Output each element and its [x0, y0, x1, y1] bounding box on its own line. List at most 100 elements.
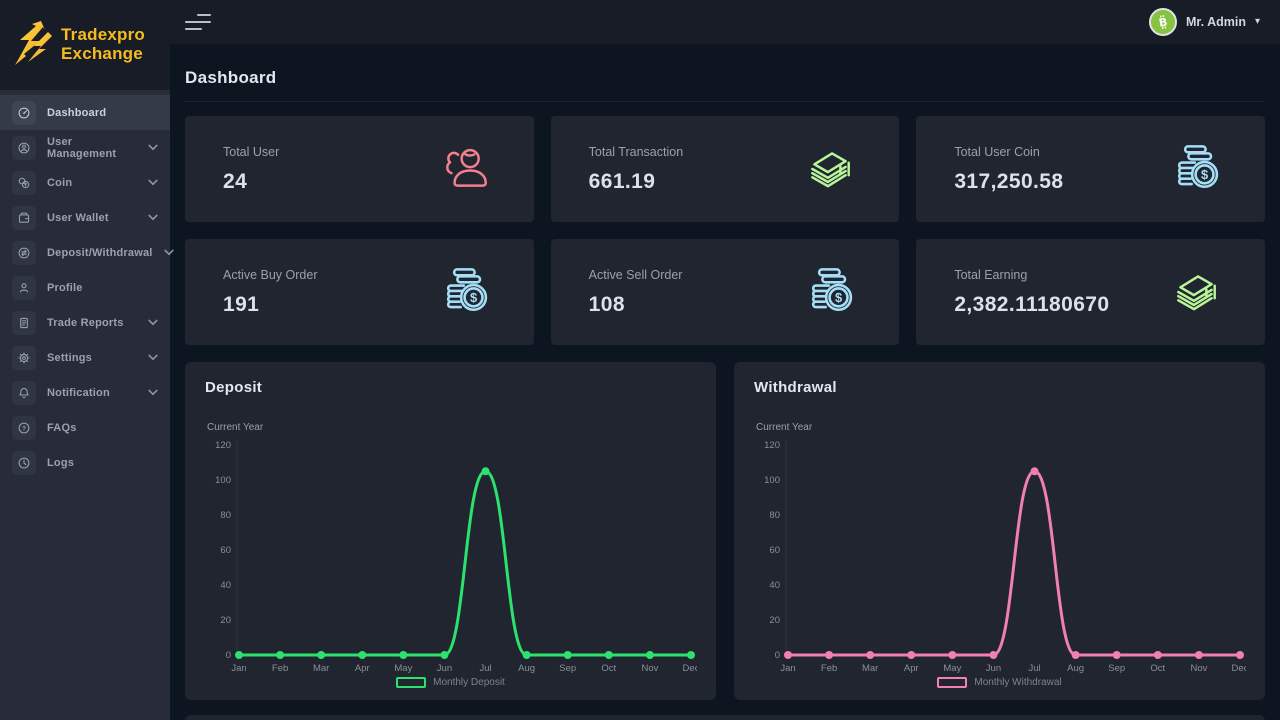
report-icon	[12, 311, 36, 335]
series-line	[239, 471, 691, 655]
bell-icon	[12, 381, 36, 405]
line-chart: 020406080100120JanFebMarAprMayJunJulAugS…	[205, 435, 697, 677]
stat-card-total-earning: Total Earning2,382.11180670	[916, 239, 1265, 345]
line-chart: 020406080100120JanFebMarAprMayJunJulAugS…	[754, 435, 1246, 677]
sidebar-item-deposit-withdrawal[interactable]: Deposit/Withdrawal	[0, 235, 170, 270]
svg-text:$: $	[835, 290, 842, 305]
stat-card-text: Total Earning2,382.11180670	[954, 268, 1109, 317]
chevron-down-icon	[148, 354, 158, 361]
stat-card-text: Total User Coin317,250.58	[954, 145, 1063, 194]
data-point	[276, 651, 284, 659]
chart-legend[interactable]: Monthly Deposit	[205, 677, 696, 688]
y-axis-tick: 80	[220, 510, 231, 521]
data-point	[1113, 651, 1121, 659]
x-axis-tick: Mar	[862, 663, 878, 674]
svg-text:B: B	[1158, 15, 1169, 29]
stat-card-label: Total Transaction	[589, 145, 684, 159]
sidebar-item-label: Notification	[47, 387, 137, 399]
legend-swatch	[937, 677, 967, 688]
coins-dollar-icon: $	[803, 264, 859, 320]
x-axis-tick: Apr	[355, 663, 370, 674]
sidebar-item-label: Deposit/Withdrawal	[47, 247, 153, 259]
chart-title: Withdrawal	[754, 379, 1245, 396]
x-axis-tick: Aug	[1067, 663, 1084, 674]
sidebar-item-profile[interactable]: Profile	[0, 270, 170, 305]
stat-card-active-sell-order: Active Sell Order108 $	[551, 239, 900, 345]
svg-text:?: ?	[22, 425, 26, 432]
stat-cards: Total User24Total Transaction661.19Total…	[185, 116, 1265, 345]
chart-panel-withdrawal: WithdrawalCurrent Year020406080100120Jan…	[734, 362, 1265, 700]
x-axis-tick: Sep	[1108, 663, 1125, 674]
data-point	[646, 651, 654, 659]
data-point	[1031, 467, 1039, 475]
sidebar-item-logs[interactable]: Logs	[0, 445, 170, 480]
data-point	[440, 651, 448, 659]
sidebar-item-dashboard[interactable]: Dashboard	[0, 95, 170, 130]
data-point	[564, 651, 572, 659]
stat-card-label: Total User	[223, 145, 279, 159]
x-axis-tick: Jul	[479, 663, 491, 674]
chart-legend[interactable]: Monthly Withdrawal	[754, 677, 1245, 688]
wallet-icon	[12, 206, 36, 230]
charts-row: DepositCurrent Year020406080100120JanFeb…	[185, 362, 1265, 700]
page-title: Dashboard	[185, 68, 1265, 88]
x-axis-tick: Sep	[559, 663, 576, 674]
sidebar-menu: Dashboard User Management Coin User Wallet D…	[0, 90, 170, 480]
data-point	[948, 651, 956, 659]
sidebar-item-label: Logs	[47, 457, 158, 469]
stat-card-total-user: Total User24	[185, 116, 534, 222]
stat-card-label: Active Sell Order	[589, 268, 683, 282]
x-axis-tick: Apr	[904, 663, 919, 674]
sidebar-item-label: User Wallet	[47, 212, 137, 224]
chart-subtitle: Current Year	[207, 422, 696, 433]
sidebar-item-user-wallet[interactable]: User Wallet	[0, 200, 170, 235]
y-axis-tick: 60	[220, 545, 231, 556]
help-icon: ?	[12, 416, 36, 440]
gauge-icon	[12, 101, 36, 125]
stat-card-text: Total User24	[223, 145, 279, 194]
chevron-down-icon	[148, 389, 158, 396]
x-axis-tick: Jan	[780, 663, 795, 674]
stat-card-total-user-coin: Total User Coin317,250.58 $	[916, 116, 1265, 222]
transfer-icon	[12, 241, 36, 265]
y-axis-tick: 60	[769, 545, 780, 556]
data-point	[866, 651, 874, 659]
page-head: Dashboard	[185, 44, 1265, 102]
legend-swatch	[396, 677, 426, 688]
y-axis-tick: 120	[215, 440, 231, 451]
bitcoin-icon: B	[1149, 8, 1177, 36]
sidebar-item-label: User Management	[47, 136, 137, 160]
sidebar-item-label: Coin	[47, 177, 137, 189]
stat-card-active-buy-order: Active Buy Order191$	[185, 239, 534, 345]
brand-logo[interactable]: Tradexpro Exchange	[0, 0, 170, 90]
x-axis-tick: Oct	[1150, 663, 1165, 674]
sidebar-item-coin[interactable]: Coin	[0, 165, 170, 200]
sidebar: Tradexpro Exchange Dashboard User Managem…	[0, 0, 170, 720]
stat-card-total-transaction: Total Transaction661.19	[551, 116, 900, 222]
x-axis-tick: May	[394, 663, 412, 674]
stat-card-text: Active Sell Order108	[589, 268, 683, 317]
user-name: Mr. Admin	[1186, 15, 1246, 29]
sidebar-item-notification[interactable]: Notification	[0, 375, 170, 410]
user-menu[interactable]: B Mr. Admin ▾	[1149, 8, 1260, 36]
stat-card-text: Active Buy Order191	[223, 268, 317, 317]
sidebar-item-faqs[interactable]: ?FAQs	[0, 410, 170, 445]
banknotes-icon	[801, 142, 859, 196]
coins-dollar-icon: $	[1169, 141, 1225, 197]
sidebar-item-settings[interactable]: Settings	[0, 340, 170, 375]
sidebar-item-user-management[interactable]: User Management	[0, 130, 170, 165]
x-axis-tick: Jan	[231, 663, 246, 674]
y-axis-tick: 100	[764, 475, 780, 486]
data-point	[358, 651, 366, 659]
hamburger-icon[interactable]	[185, 14, 211, 30]
x-axis-tick: Dec	[683, 663, 697, 674]
x-axis-tick: Feb	[272, 663, 288, 674]
stat-card-label: Total Earning	[954, 268, 1109, 282]
sidebar-item-trade-reports[interactable]: Trade Reports	[0, 305, 170, 340]
clock-icon	[12, 451, 36, 475]
main-column: B Mr. Admin ▾ Dashboard Total User24Tota…	[170, 0, 1280, 720]
chevron-down-icon	[148, 144, 158, 151]
x-axis-tick: Feb	[821, 663, 837, 674]
data-point	[907, 651, 915, 659]
sidebar-item-label: Settings	[47, 352, 137, 364]
